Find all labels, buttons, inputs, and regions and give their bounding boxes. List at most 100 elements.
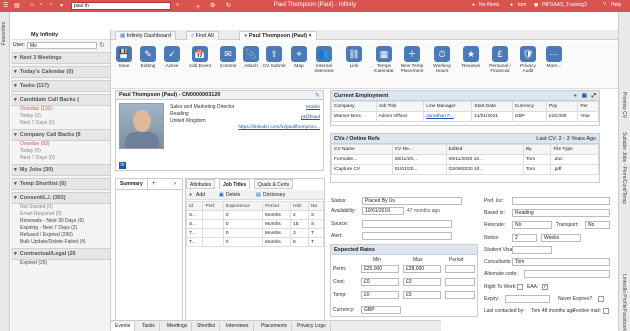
section-header[interactable]: ▾ Consent/L.I. (302) bbox=[11, 192, 110, 204]
table-cell[interactable]: Jonathan F... bbox=[423, 111, 473, 122]
delete-icon[interactable]: ▣ bbox=[219, 192, 224, 198]
notice-value[interactable]: 2 bbox=[512, 234, 537, 242]
tab-shortlist[interactable]: Shortlist bbox=[193, 322, 221, 331]
list-item[interactable]: Overdue (93) bbox=[11, 141, 110, 148]
reviews-button[interactable]: ★ Reviews bbox=[458, 43, 484, 69]
scroll-right-icon[interactable]: › bbox=[174, 181, 176, 187]
transport-select[interactable]: No bbox=[585, 221, 610, 229]
rate-max-input[interactable]: £0 bbox=[403, 278, 441, 286]
tab-paul-thompson[interactable]: ● Paul Thompson (Paul) × bbox=[239, 31, 317, 40]
table-row[interactable]: T... 0 Months 8 T bbox=[185, 237, 325, 247]
delete-button[interactable]: Delete bbox=[226, 192, 240, 198]
privacy-audit-button[interactable]: 🛡 Privacy Audit bbox=[515, 43, 541, 74]
column-header[interactable]: CV Name bbox=[331, 144, 393, 155]
add-tab-icon[interactable]: + bbox=[152, 181, 156, 187]
rate-period-select[interactable] bbox=[445, 265, 475, 273]
facebook-tab[interactable]: Facebook bbox=[621, 309, 627, 331]
collapse-icon[interactable]: ▾ bbox=[14, 251, 17, 257]
add-icon[interactable]: ● bbox=[189, 192, 192, 198]
delete-icon[interactable]: ▣ bbox=[582, 91, 587, 101]
table-row[interactable]: iCapture CV 01/01/20... 02/09/2020 10... To… bbox=[331, 164, 599, 175]
save-button[interactable]: 💾 Save bbox=[111, 43, 137, 69]
preview-cv-tab[interactable]: Preview CV bbox=[621, 92, 627, 118]
section-header[interactable]: ▾ Tasks (117) bbox=[11, 80, 110, 92]
tab-summary[interactable]: Summary bbox=[116, 179, 148, 189]
section-header[interactable]: ▾ Temp Shortlist (0) bbox=[11, 178, 110, 190]
temps-calendar-button[interactable]: ▦ Temps Calendar bbox=[371, 43, 397, 74]
alert-field[interactable] bbox=[362, 232, 452, 240]
currency-select[interactable]: GBP bbox=[361, 306, 401, 314]
column-header[interactable]: Job Title bbox=[375, 101, 425, 112]
tab-tasks[interactable]: Tasks bbox=[138, 322, 160, 331]
never-expires-checkbox[interactable] bbox=[598, 296, 604, 302]
pref-loc-field[interactable] bbox=[512, 197, 610, 205]
list-item[interactable]: Next 7 Days (0) bbox=[11, 120, 110, 127]
database-label[interactable]: INFSAAS_Training3 bbox=[542, 2, 587, 8]
student-visa-select[interactable] bbox=[512, 246, 552, 254]
working-hours-button[interactable]: ⏱ Working Hours bbox=[429, 43, 455, 74]
collapse-icon[interactable]: ▾ bbox=[14, 69, 17, 75]
add-icon[interactable]: ● bbox=[574, 91, 577, 101]
person-photo[interactable] bbox=[119, 103, 164, 149]
status-select[interactable]: Placed By Us bbox=[362, 197, 462, 205]
tab-interviews[interactable]: Interviews bbox=[222, 322, 254, 331]
list-item[interactable]: Not Started (0) bbox=[11, 204, 110, 211]
active-button[interactable]: ✓ Active bbox=[159, 43, 185, 69]
column-header[interactable]: Id bbox=[185, 201, 204, 211]
column-header[interactable]: Na bbox=[307, 201, 325, 211]
linkedin-profile-tab[interactable]: LinkedIn Profile bbox=[621, 274, 627, 308]
list-item[interactable]: Expiring - Next 7 Days (2) bbox=[11, 225, 110, 232]
collapse-icon[interactable]: ▾ bbox=[14, 83, 17, 89]
more-button[interactable]: ⋯ More... bbox=[541, 43, 567, 69]
edit-icon[interactable]: ✎ bbox=[315, 92, 320, 99]
right-to-work-checkbox[interactable] bbox=[517, 284, 523, 290]
tab-quals-certs[interactable]: Quals & Certs bbox=[254, 179, 294, 189]
cv-submit-button[interactable]: ⇪ CV Submit bbox=[261, 43, 287, 69]
list-item[interactable]: Today (0) bbox=[11, 113, 110, 120]
collapse-icon[interactable]: ▾ bbox=[14, 195, 17, 201]
column-header[interactable]: Per bbox=[577, 101, 599, 112]
section-header[interactable]: ▾ Today's Calendar (0) bbox=[11, 66, 110, 78]
column-header[interactable]: Currency bbox=[511, 101, 547, 112]
rate-period-select[interactable] bbox=[445, 291, 475, 299]
list-item[interactable]: Expired (26) bbox=[11, 260, 110, 267]
consultants-select[interactable]: Tom bbox=[512, 258, 610, 266]
column-header[interactable]: Pref. bbox=[202, 201, 224, 211]
alternate-code-field[interactable] bbox=[524, 270, 610, 278]
column-header[interactable]: Edited bbox=[445, 144, 525, 155]
collapse-icon[interactable]: ▾ bbox=[14, 132, 17, 138]
column-header[interactable]: Experience bbox=[222, 201, 264, 211]
refresh-icon[interactable]: ↻ bbox=[99, 41, 105, 49]
relocate-select[interactable]: No bbox=[512, 221, 552, 229]
column-header[interactable]: CV Re... bbox=[391, 144, 447, 155]
collapse-icon[interactable]: ▾ bbox=[14, 181, 17, 187]
personal-financial-button[interactable]: £ Personal / Financial bbox=[487, 43, 513, 74]
column-header[interactable]: Period bbox=[262, 201, 292, 211]
email-link[interactable]: pt@fsaul bbox=[301, 115, 320, 120]
rate-min-input[interactable]: £0 bbox=[361, 278, 399, 286]
rate-min-input[interactable]: £0 bbox=[361, 291, 399, 299]
add-button[interactable]: Add bbox=[196, 192, 205, 198]
collapse-icon[interactable]: ▾ bbox=[14, 167, 17, 173]
list-item[interactable]: Renewals - Next 30 Days (6) bbox=[11, 218, 110, 225]
section-header[interactable]: ▾ Company Call Backs (9 bbox=[11, 129, 110, 141]
source-select[interactable] bbox=[362, 220, 452, 228]
internal-interview-button[interactable]: 👥 Internal Interview bbox=[311, 43, 337, 74]
editing-button[interactable]: ✎ Editing bbox=[135, 43, 161, 69]
column-header[interactable]: Company bbox=[331, 101, 377, 112]
list-item[interactable]: Next 7 Days (0) bbox=[11, 155, 110, 162]
expand-icon[interactable]: ⤢ bbox=[592, 91, 596, 101]
close-icon[interactable]: × bbox=[308, 33, 311, 39]
rate-max-input[interactable]: £0 bbox=[403, 291, 441, 299]
dictionary-icon[interactable]: ▤ bbox=[256, 192, 261, 198]
expiry-date[interactable] bbox=[505, 295, 550, 303]
table-row[interactable]: S... 0 Months 15 S bbox=[185, 219, 325, 229]
rate-min-input[interactable]: £25,000 bbox=[361, 265, 399, 273]
column-header[interactable]: Start Date bbox=[471, 101, 513, 112]
table-row[interactable]: Formatte... 06/11/20... 06/11/2020 10... To… bbox=[331, 154, 599, 165]
eaa-checkbox[interactable]: ✓ bbox=[542, 284, 548, 290]
table-row[interactable]: Warner Bros Admin Officer Jonathan F... 11/… bbox=[331, 111, 599, 122]
list-item[interactable]: Bulk Update/Delete Failed (4) bbox=[11, 239, 110, 246]
tab-infinity-dashboard[interactable]: ▦ Infinity Dashboard bbox=[115, 31, 177, 40]
tab-find-all[interactable]: ⌕ Find All bbox=[186, 31, 219, 40]
